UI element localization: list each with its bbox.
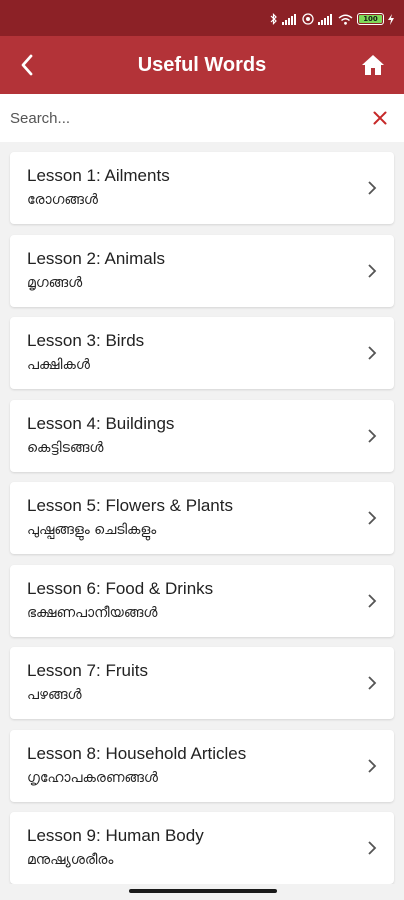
lesson-title: Lesson 9: Human Body (27, 826, 204, 845)
chevron-right-icon (368, 429, 377, 443)
lesson-item-6[interactable]: Lesson 6: Food & Drinks ഭക്ഷണപാനീയങ്ങൾ (10, 565, 394, 637)
chevron-right-icon (368, 759, 377, 773)
search-bar (0, 94, 404, 142)
chevron-right-icon (368, 181, 377, 195)
battery-level: 100 (363, 15, 378, 23)
battery-icon: 100 (357, 13, 384, 25)
lesson-subtitle: പുഷ്പങ്ങളും ചെടികളും (27, 522, 157, 538)
chevron-right-icon (368, 264, 377, 278)
chevron-right-icon (368, 511, 377, 525)
lesson-title: Lesson 7: Fruits (27, 661, 148, 680)
lesson-subtitle: കെട്ടിടങ്ങൾ (27, 440, 104, 456)
lesson-item-2[interactable]: Lesson 2: Animals മൃഗങ്ങൾ (10, 235, 394, 307)
gesture-nav-bar[interactable] (129, 889, 277, 893)
alarm-icon (302, 13, 314, 25)
lesson-title: Lesson 2: Animals (27, 249, 165, 268)
status-bar: 100 (0, 0, 404, 36)
chevron-right-icon (368, 346, 377, 360)
lesson-subtitle: മനുഷ്യശരീരം (27, 852, 114, 868)
page-title: Useful Words (137, 54, 267, 76)
lesson-title: Lesson 5: Flowers & Plants (27, 496, 233, 515)
lesson-list[interactable]: Lesson 1: Ailments രോഗങ്ങൾ Lesson 2: Ani… (0, 142, 404, 884)
lesson-subtitle: രോഗങ്ങൾ (27, 192, 98, 208)
lesson-title: Lesson 1: Ailments (27, 166, 170, 185)
chevron-right-icon (368, 841, 377, 855)
home-icon (362, 55, 384, 75)
lesson-subtitle: പക്ഷികൾ (27, 357, 90, 373)
lesson-item-3[interactable]: Lesson 3: Birds പക്ഷികൾ (10, 317, 394, 389)
lesson-subtitle: ഭക്ഷണപാനീയങ്ങൾ (27, 605, 158, 621)
close-icon (373, 111, 387, 125)
signal-icon (282, 13, 296, 25)
chevron-right-icon (368, 676, 377, 690)
lesson-title: Lesson 3: Birds (27, 331, 145, 350)
lesson-item-1[interactable]: Lesson 1: Ailments രോഗങ്ങൾ (10, 152, 394, 224)
back-button[interactable] (8, 46, 46, 84)
lesson-item-4[interactable]: Lesson 4: Buildings കെട്ടിടങ്ങൾ (10, 400, 394, 472)
lesson-title: Lesson 8: Household Articles (27, 744, 247, 763)
lesson-subtitle: പഴങ്ങൾ (27, 687, 82, 703)
bluetooth-icon (270, 13, 277, 25)
lesson-subtitle: ഗൃഹോപകരണങ്ങൾ (27, 770, 158, 786)
lesson-title: Lesson 4: Buildings (27, 414, 175, 433)
lesson-item-9[interactable]: Lesson 9: Human Body മനുഷ്യശരീരം (10, 812, 394, 884)
chevron-right-icon (368, 594, 377, 608)
clear-search-button[interactable] (370, 108, 390, 128)
charging-icon (388, 13, 394, 25)
signal-icon (318, 13, 332, 25)
status-icons: 100 (270, 12, 394, 26)
lesson-title: Lesson 6: Food & Drinks (27, 579, 214, 598)
lesson-subtitle: മൃഗങ്ങൾ (27, 275, 83, 291)
app-bar: Useful Words (0, 36, 404, 94)
wifi-icon (338, 14, 353, 25)
chevron-left-icon (21, 54, 33, 76)
home-button[interactable] (354, 46, 392, 84)
lesson-item-8[interactable]: Lesson 8: Household Articles ഗൃഹോപകരണങ്ങ… (10, 730, 394, 802)
search-input[interactable] (10, 102, 350, 134)
lesson-item-5[interactable]: Lesson 5: Flowers & Plants പുഷ്പങ്ങളും ച… (10, 482, 394, 554)
lesson-item-7[interactable]: Lesson 7: Fruits പഴങ്ങൾ (10, 647, 394, 719)
